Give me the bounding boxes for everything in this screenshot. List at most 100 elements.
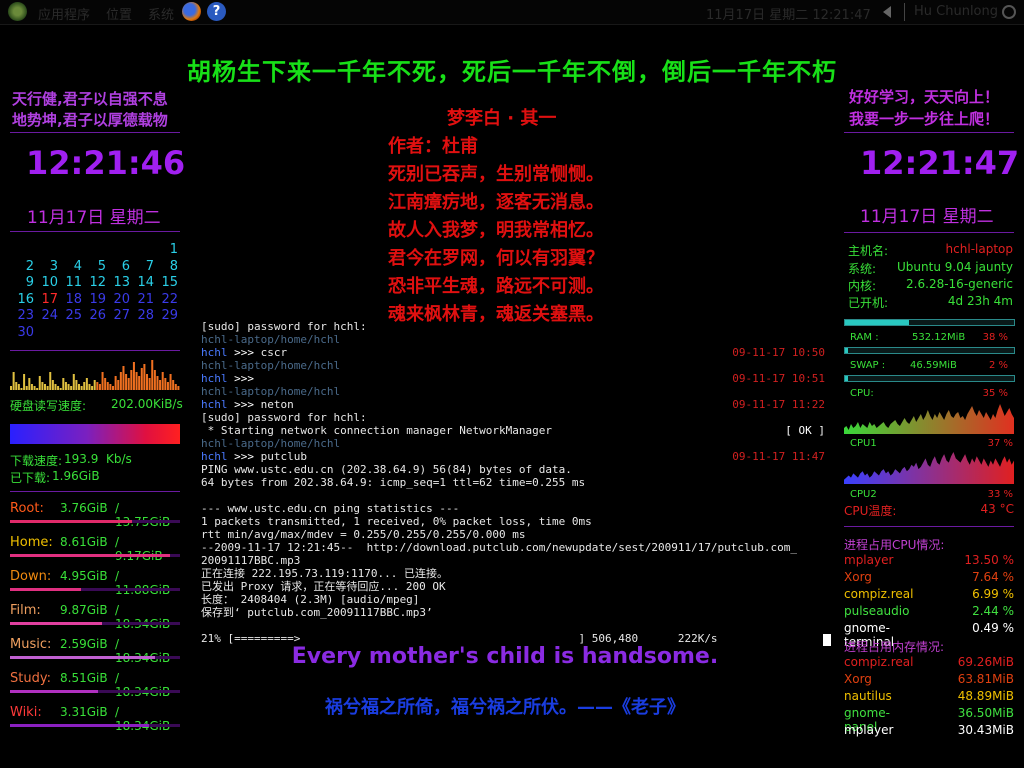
graph-bar — [125, 374, 128, 390]
graph-bar — [172, 380, 175, 390]
process-name: compiz.real — [844, 655, 914, 669]
graph-bar — [41, 382, 44, 390]
laozi-quote: 祸兮福之所倚，福兮祸之所伏。——《老子》 — [325, 697, 685, 718]
graph-area — [844, 452, 1014, 484]
cpu1-percent: 37 % — [987, 438, 1013, 449]
calendar-day: 17 — [41, 291, 58, 307]
menu-applications[interactable]: 应用程序 — [38, 4, 90, 23]
left-date: 11月17日 星期二 — [27, 208, 161, 228]
calendar-day: 6 — [121, 258, 130, 274]
sys-value: 2.6.28-16-generic — [906, 277, 1013, 291]
graph-bar — [83, 382, 86, 390]
cpu-label: CPU: — [850, 388, 874, 399]
divider — [844, 132, 1014, 133]
graph-bar — [23, 374, 26, 390]
line-text: PING www.ustc.edu.cn (202.38.64.9) 56(84… — [201, 463, 572, 476]
command-text: putclub — [254, 450, 307, 463]
line-text: * Starting network connection manager Ne… — [201, 424, 552, 437]
graph-bar — [78, 384, 81, 390]
calendar-day: 26 — [89, 308, 106, 323]
disk-bar — [10, 724, 180, 727]
graph-bar — [114, 376, 117, 390]
cpu-temp-label: CPU温度: — [844, 504, 897, 518]
disk-label: Home: — [10, 535, 53, 550]
calendar-day: 22 — [161, 291, 178, 307]
right-date: 11月17日 星期二 — [860, 207, 994, 227]
terminal-cursor — [823, 634, 831, 646]
left-motto-2: 地势坤,君子以厚德载物 — [12, 111, 168, 129]
graph-bar — [70, 386, 73, 390]
calendar-day: 5 — [97, 258, 106, 274]
terminal-line: 1 packets transmitted, 1 received, 0% pa… — [201, 515, 831, 528]
graph-bar — [75, 380, 78, 390]
down-speed-label: 下载速度: — [10, 454, 63, 468]
divider — [844, 526, 1014, 527]
user-switcher[interactable]: Hu Chunlong — [914, 4, 998, 19]
graph-bar — [151, 360, 154, 390]
graph-bar — [122, 366, 125, 390]
disk-bar — [10, 588, 180, 591]
disk-io-value: 202.00KiB/s — [111, 397, 183, 411]
disk-bar-fill — [10, 588, 82, 591]
left-clock: 12:21:46 — [26, 144, 186, 182]
volume-icon[interactable] — [883, 6, 891, 18]
process-value: 7.64 % — [972, 570, 1014, 584]
graph-bar — [51, 380, 54, 390]
prompt-arrow: >>> — [227, 372, 254, 385]
terminal-output[interactable]: [sudo] password for hchl: hchl-laptop/hom… — [201, 320, 831, 645]
downloaded-value: 1.96GiB — [52, 469, 100, 483]
calendar-day: 2 — [25, 258, 34, 274]
terminal-line: * Starting network connection manager Ne… — [201, 424, 831, 437]
graph-bar — [44, 384, 47, 390]
swap-bar-fill — [845, 348, 849, 353]
ram-bar-fill — [845, 320, 910, 325]
line-text: rtt min/avg/max/mdev = 0.255/0.255/0.255… — [201, 528, 526, 541]
swap-percent: 2 % — [988, 360, 1008, 371]
graph-area — [844, 404, 1014, 434]
firefox-icon[interactable] — [182, 2, 201, 21]
terminal-line: rtt min/avg/max/mdev = 0.255/0.255/0.255… — [201, 528, 831, 541]
menu-places[interactable]: 位置 — [106, 4, 132, 23]
terminal-line: 20091117BBC.mp3 — [201, 554, 831, 567]
ubuntu-logo-icon[interactable] — [8, 2, 27, 21]
graph-bar — [57, 386, 60, 390]
help-icon[interactable]: ? — [207, 2, 226, 21]
disk-bar — [10, 656, 180, 659]
disk-total: / 9.17GiB — [115, 535, 163, 563]
line-text: 20091117BBC.mp3 — [201, 554, 301, 567]
line-text: 长度： 2408404 (2.3M) [audio/mpeg] — [201, 593, 420, 606]
graph-bar — [30, 384, 33, 390]
disk-total: / 11.88GiB — [115, 569, 170, 597]
calendar-day: 29 — [161, 308, 178, 323]
sys-value: 4d 23h 4m — [947, 294, 1013, 308]
panel-clock[interactable]: 11月17日 星期二 12:21:47 — [706, 4, 871, 23]
ram-percent: 38 % — [982, 332, 1008, 343]
process-name: Xorg — [844, 570, 872, 584]
process-name: compiz.real — [844, 587, 914, 601]
calendar-day: 4 — [73, 258, 82, 274]
cpu-temp-value: 43 °C — [980, 502, 1014, 516]
right-motto-2: 我要一步一步往上爬！ — [849, 110, 1000, 128]
power-icon[interactable] — [1002, 5, 1016, 19]
terminal-line: hchl >>> neton 09-11-17 11:22 — [201, 398, 831, 411]
process-name: pulseaudio — [844, 604, 910, 618]
line-text: 64 bytes from 202.38.64.9: icmp_seq=1 tt… — [201, 476, 586, 489]
graph-bar — [64, 382, 67, 390]
graph-bar — [101, 372, 104, 390]
graph-bar — [143, 364, 146, 390]
divider — [10, 231, 180, 232]
line-text: --2009-11-17 12:21:45-- http://download.… — [201, 541, 798, 554]
menu-system[interactable]: 系统 — [148, 4, 174, 23]
graph-bar — [91, 386, 94, 390]
swap-bar-2 — [844, 375, 1015, 382]
prompt-user: hchl — [201, 346, 228, 359]
terminal-line: [sudo] password for hchl: — [201, 411, 831, 424]
disk-used: 9.87GiB — [60, 603, 108, 617]
terminal-line: 已发出 Proxy 请求，正在等待回应... 200 OK — [201, 580, 831, 593]
disk-label: Film: — [10, 603, 41, 618]
graph-bar — [161, 372, 164, 390]
poem-line: 恐非平生魂，路远不可测。 — [388, 276, 604, 297]
disk-used: 8.61GiB — [60, 535, 108, 549]
terminal-line: hchl >>> cscr 09-11-17 10:50 — [201, 346, 831, 359]
